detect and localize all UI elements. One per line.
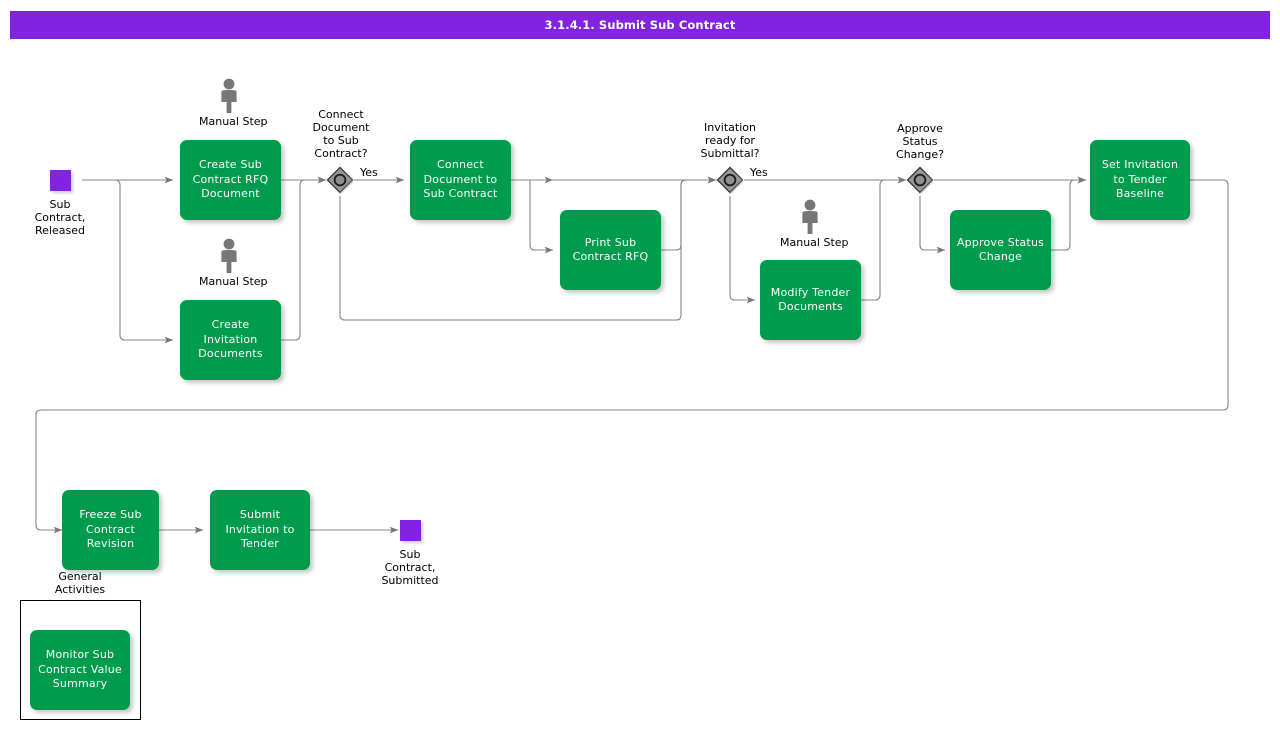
task-approve-status-change[interactable]: Approve Status Change (950, 210, 1051, 290)
start-event-label: Sub Contract, Released (15, 198, 105, 237)
connector-approve-status-to-set-baseline (1051, 180, 1086, 250)
person-icon (798, 199, 822, 235)
gateway-connect-document-to-sub-contract[interactable] (325, 165, 355, 195)
task-label: Create Invitation Documents (186, 318, 275, 362)
gateway-diamond-icon (325, 165, 355, 195)
task-label: Monitor Sub Contract Value Summary (36, 648, 124, 692)
gateway-label-invitation-ready: Invitation ready for Submittal? (684, 121, 776, 160)
connector-modify-tender-to-gateway3 (861, 180, 906, 300)
connector-print-rfq-to-gateway2 (661, 180, 716, 250)
gateway-diamond-icon (715, 165, 745, 195)
manual-step-marker-create-invitation: Manual Step (199, 238, 259, 288)
gateway-approve-status-change[interactable] (905, 165, 935, 195)
task-label: Create Sub Contract RFQ Document (186, 158, 275, 202)
task-label: Modify Tender Documents (766, 286, 855, 315)
task-label: Freeze Sub Contract Revision (68, 508, 153, 552)
task-label: Approve Status Change (956, 236, 1045, 265)
connector-gateway3-to-approve-status (920, 196, 945, 250)
manual-step-label: Manual Step (780, 236, 840, 249)
person-icon (217, 238, 241, 274)
task-print-sub-contract-rfq[interactable]: Print Sub Contract RFQ (560, 210, 661, 290)
task-label: Connect Document to Sub Contract (416, 158, 505, 202)
end-event-label: Sub Contract, Submitted (365, 548, 455, 587)
task-create-sub-contract-rfq-document[interactable]: Create Sub Contract RFQ Document (180, 140, 281, 220)
task-label: Set Invitation to Tender Baseline (1096, 158, 1184, 202)
task-monitor-sub-contract-value-summary[interactable]: Monitor Sub Contract Value Summary (30, 630, 130, 710)
end-event-sub-contract-submitted[interactable] (400, 520, 421, 541)
manual-step-label: Manual Step (199, 115, 259, 128)
connector-connect-document-to-print-rfq (530, 180, 553, 250)
gateway2-branch-label-yes: Yes (750, 166, 768, 179)
manual-step-marker-modify-tender: Manual Step (780, 199, 840, 249)
manual-step-marker-create-rfq: Manual Step (199, 78, 259, 128)
process-flow-diagram: Sub Contract, Released Manual Step Creat… (0, 0, 1280, 730)
task-set-invitation-to-tender-baseline[interactable]: Set Invitation to Tender Baseline (1090, 140, 1190, 220)
gateway-label-approve-status-change: Approve Status Change? (874, 122, 966, 161)
task-modify-tender-documents[interactable]: Modify Tender Documents (760, 260, 861, 340)
group-label-general-activities: General Activities (30, 570, 130, 596)
person-icon (217, 78, 241, 114)
task-connect-document-to-sub-contract[interactable]: Connect Document to Sub Contract (410, 140, 511, 220)
gateway-invitation-ready-for-submittal[interactable] (715, 165, 745, 195)
connector-gateway2-to-modify-tender (730, 196, 755, 300)
gateway1-branch-label-yes: Yes (360, 166, 378, 179)
manual-step-label: Manual Step (199, 275, 259, 288)
task-label: Print Sub Contract RFQ (566, 236, 655, 265)
task-submit-invitation-to-tender[interactable]: Submit Invitation to Tender (210, 490, 310, 570)
task-create-invitation-documents[interactable]: Create Invitation Documents (180, 300, 281, 380)
start-event-sub-contract-released[interactable] (50, 170, 71, 191)
gateway-label-connect-document: Connect Document to Sub Contract? (295, 108, 387, 160)
connector-create-invitation-to-gateway1 (281, 180, 326, 340)
gateway-diamond-icon (905, 165, 935, 195)
task-freeze-sub-contract-revision[interactable]: Freeze Sub Contract Revision (62, 490, 159, 570)
task-label: Submit Invitation to Tender (216, 508, 304, 552)
